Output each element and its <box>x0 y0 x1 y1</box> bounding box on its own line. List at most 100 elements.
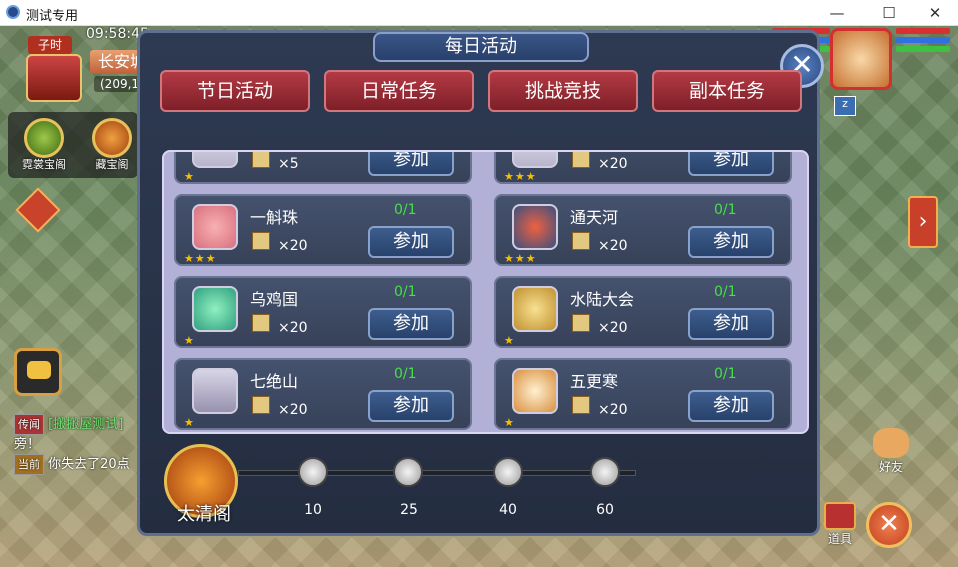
minimize-button[interactable]: — <box>814 2 860 24</box>
city-avatar-icon[interactable] <box>26 54 82 102</box>
star-rating: ★ <box>504 416 515 429</box>
gem-icon <box>24 118 64 158</box>
activity-progress: 0/1 <box>714 366 737 382</box>
activity-icon <box>192 152 238 168</box>
join-button[interactable]: 参加 <box>368 308 454 340</box>
expand-right-arrow-icon[interactable]: › <box>908 196 938 248</box>
chest-icon <box>824 502 856 530</box>
milestone-label: 60 <box>596 502 614 518</box>
chat-line-text: 旁！ <box>14 437 41 452</box>
join-button[interactable]: 参加 <box>688 226 774 258</box>
taiqing-pavilion-label: 太清阁 <box>177 504 231 525</box>
activity-card-yihuzhu: ★★★ 一斛珠 0/1 ×20 参加 <box>174 194 472 266</box>
nishang-shop-label: 霓裳宝阁 <box>22 158 66 171</box>
chat-channel-tag: 传闻 <box>14 414 44 435</box>
activity-card-qijueshan: ★ 七绝山 0/1 ×20 参加 <box>174 358 472 430</box>
hero-status-bars <box>896 28 950 66</box>
reward-count: ×20 <box>598 320 628 336</box>
activity-name: 一斛珠 <box>250 208 299 227</box>
star-rating: ★★★ <box>504 252 537 265</box>
join-button[interactable]: 参加 <box>688 152 774 176</box>
handshake-icon <box>873 428 909 458</box>
friends-label: 好友 <box>878 460 903 474</box>
chat-line-text: 你失去了20点 <box>48 457 130 472</box>
ship-icon <box>512 368 558 414</box>
maximize-button[interactable]: ☐ <box>866 2 912 24</box>
jade-amulet-icon <box>192 286 238 332</box>
join-button[interactable]: 参加 <box>368 390 454 422</box>
tab-daily-quest[interactable]: 日常任务 <box>324 70 474 112</box>
activity-name: 通天河 <box>570 208 619 227</box>
tab-dungeon[interactable]: 副本任务 <box>652 70 802 112</box>
reward-count: ×20 <box>278 238 308 254</box>
join-button[interactable]: 参加 <box>688 390 774 422</box>
scroll-icon <box>252 232 270 250</box>
activity-card-shuiludahui: ★ 水陆大会 0/1 ×20 参加 <box>494 276 792 348</box>
reward-count: ×20 <box>598 402 628 418</box>
activity-name: 七绝山 <box>250 372 299 391</box>
reward-count: ×20 <box>598 238 628 254</box>
treasure-shop-button[interactable]: 藏宝阁 <box>86 118 138 174</box>
activity-list[interactable]: ★ ×5 参加 ★★★ ×20 参加 ★★★ 一斛珠 0/1 ×20 参加 ★★… <box>162 150 809 434</box>
window-title: 测试专用 <box>26 9 79 24</box>
scroll-icon <box>252 152 270 168</box>
milestone-label: 25 <box>400 502 418 518</box>
chat-button[interactable] <box>14 348 62 396</box>
pearl-shell-icon <box>192 204 238 250</box>
items-label: 道具 <box>827 532 852 546</box>
activity-progress: 0/1 <box>714 202 737 218</box>
activity-card: ★★★ ×20 参加 <box>494 152 792 184</box>
star-rating: ★★★ <box>504 170 537 183</box>
spear-icon <box>192 368 238 414</box>
left-feature-buttons: 霓裳宝阁 藏宝阁 <box>8 112 138 178</box>
hero-portrait-icon[interactable] <box>830 28 892 90</box>
scroll-icon <box>572 232 590 250</box>
activity-icon <box>512 152 558 168</box>
treasure-icon <box>92 118 132 158</box>
activity-name: 五更寒 <box>570 372 619 391</box>
milestone-label: 40 <box>499 502 517 518</box>
join-button[interactable]: 参加 <box>368 152 454 176</box>
nishang-shop-button[interactable]: 霓裳宝阁 <box>18 118 70 174</box>
sleep-status-icon: z <box>834 96 856 116</box>
star-rating: ★ <box>184 170 195 183</box>
milestone-reward-icon[interactable] <box>298 457 328 487</box>
fish-icon <box>512 204 558 250</box>
chat-line: 当前 你失去了20点 <box>14 454 130 475</box>
tab-festival[interactable]: 节日活动 <box>160 70 310 112</box>
star-rating: ★ <box>184 334 195 347</box>
chat-line: 传闻 [搬搬屋测试] <box>14 414 130 435</box>
golden-staff-icon <box>512 286 558 332</box>
reward-count: ×20 <box>278 402 308 418</box>
reward-count: ×5 <box>278 156 299 172</box>
activity-progress: 0/1 <box>714 284 737 300</box>
menu-close-button[interactable]: ✕ <box>866 502 912 548</box>
chat-line: 旁！ <box>14 435 130 454</box>
hp-bar <box>896 28 950 34</box>
activity-name: 乌鸡国 <box>250 290 299 309</box>
panel-title: 每日活动 <box>373 32 589 62</box>
join-button[interactable]: 参加 <box>688 308 774 340</box>
milestone-reward-icon[interactable] <box>393 457 423 487</box>
chat-log: 传闻 [搬搬屋测试] 旁！ 当前 你失去了20点 <box>14 414 130 475</box>
tab-challenge[interactable]: 挑战竞技 <box>488 70 638 112</box>
activity-progress: 0/1 <box>394 202 417 218</box>
reward-count: ×20 <box>278 320 308 336</box>
chat-channel-tag: 当前 <box>14 454 44 475</box>
chat-line-text: [搬搬屋测试] <box>48 417 124 432</box>
close-window-button[interactable]: ✕ <box>912 2 958 24</box>
friends-button[interactable]: 好友 <box>868 428 914 480</box>
star-rating: ★ <box>184 416 195 429</box>
activity-card: ★ ×5 参加 <box>174 152 472 184</box>
chat-bubble-icon <box>27 361 51 379</box>
activity-name: 水陆大会 <box>570 290 635 309</box>
expand-arrows-icon[interactable] <box>15 187 61 233</box>
reward-count: ×20 <box>598 156 628 172</box>
scroll-icon <box>572 396 590 414</box>
items-button[interactable]: 道具 <box>818 502 862 548</box>
join-button[interactable]: 参加 <box>368 226 454 258</box>
milestone-reward-icon[interactable] <box>590 457 620 487</box>
milestone-reward-icon[interactable] <box>493 457 523 487</box>
time-period-label: 子时 <box>28 36 72 54</box>
star-rating: ★★★ <box>184 252 217 265</box>
